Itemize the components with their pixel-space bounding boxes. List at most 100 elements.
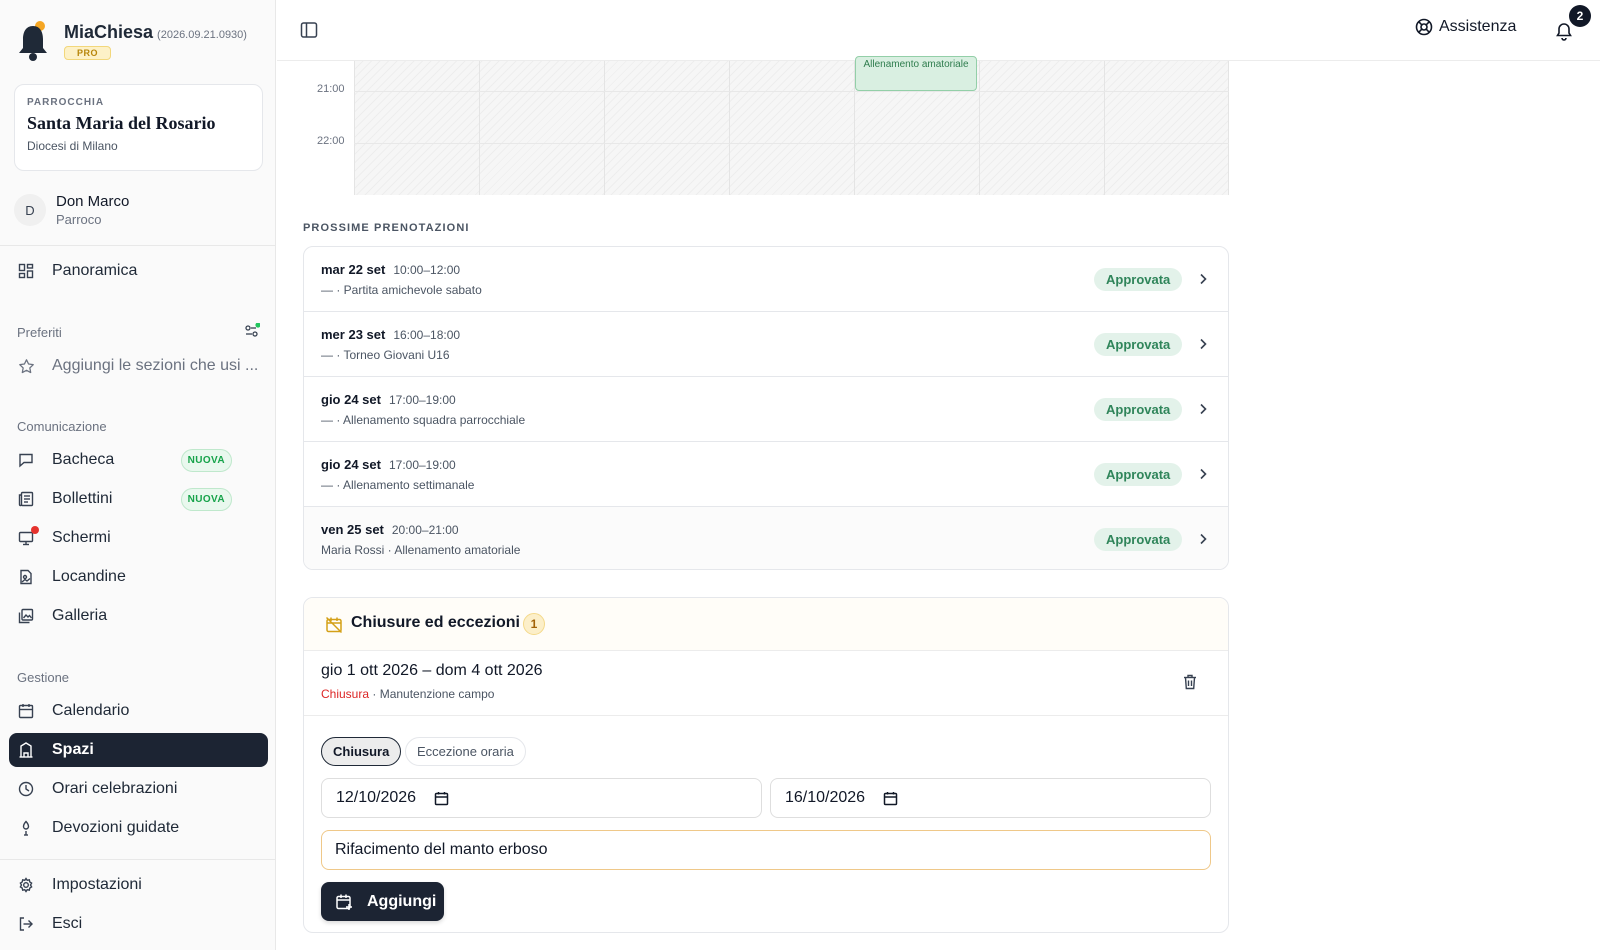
grid-line (479, 61, 480, 195)
parish-name: Santa Maria del Rosario (27, 113, 216, 133)
closure-kind: Chiusura (321, 687, 370, 701)
user-profile[interactable]: D Don Marco Parroco (14, 193, 129, 227)
time-label: 22:00 (317, 135, 345, 147)
booking-date: gio 24 set 17:00–19:00 (321, 457, 456, 472)
new-badge: NUOVA (180, 487, 232, 511)
nav-item-settings[interactable]: Impostazioni (9, 868, 268, 902)
help-button[interactable]: Assistenza (1415, 18, 1516, 36)
booking-row[interactable]: ven 25 set 20:00–21:00 Maria Rossi · Alle… (304, 507, 1228, 569)
section-label-favorites: Preferiti (17, 325, 62, 340)
lifebuoy-icon (1415, 18, 1433, 36)
grid-line (354, 143, 1229, 144)
booking-description: — · Allenamento settimanale (321, 478, 475, 492)
nav-item-label: Bollettini (52, 490, 113, 507)
nav-item-label: Esci (52, 915, 83, 932)
booking-row[interactable]: gio 24 set 17:00–19:00 — · Allenamento se… (304, 442, 1228, 507)
end-date-value: 16/10/2026 (785, 789, 866, 806)
trash-icon[interactable] (1181, 673, 1199, 691)
nav-item-label: Bacheca (52, 451, 115, 468)
closures-count-badge: 1 (523, 613, 545, 635)
nav-item-devozioni-guidate[interactable]: Devozioni guidate (9, 811, 268, 845)
nav-item-label: Galleria (52, 607, 108, 624)
parish-kicker: PARROCCHIA (27, 97, 105, 108)
calendar-plus-icon (336, 894, 352, 910)
nav-item-bacheca[interactable]: Bacheca NUOVA (9, 443, 268, 477)
grid-line (604, 61, 605, 195)
calendar-grid (354, 61, 1229, 195)
notification-count-badge: 2 (1569, 5, 1591, 27)
chevron-right-icon (1200, 403, 1207, 415)
nav-item-label: Calendario (52, 702, 130, 719)
new-badge: NUOVA (180, 448, 232, 472)
bell-logo-icon (19, 21, 47, 61)
grid-line (354, 61, 355, 195)
app-version: (2026.09.21.0930) (157, 29, 247, 41)
gallery-icon (17, 607, 35, 625)
add-closure-button[interactable]: Aggiungi (321, 882, 444, 921)
grid-line (1228, 61, 1229, 195)
nav-item-locandine[interactable]: Locandine (9, 560, 268, 594)
parish-card[interactable]: PARROCCHIA Santa Maria del Rosario Dioce… (14, 84, 263, 171)
chevron-right-icon (1200, 338, 1207, 350)
nav-item-logout[interactable]: Esci (9, 907, 268, 941)
status-badge: Approvata (1094, 268, 1183, 291)
booking-time: 10:00–12:00 (393, 263, 461, 277)
nav-item-calendario[interactable]: Calendario (9, 694, 268, 728)
newspaper-icon (17, 490, 35, 508)
brand: MiaChiesa (2026.09.21.0930) PRO (16, 20, 247, 62)
nav-item-overview[interactable]: Panoramica (9, 254, 268, 288)
nav-item-schermi[interactable]: Schermi (9, 521, 268, 555)
nav-item-label: Impostazioni (52, 876, 142, 893)
nav-item-bollettini[interactable]: Bollettini NUOVA (9, 482, 268, 516)
status-badge: Approvata (1094, 463, 1183, 486)
grid-line (729, 61, 730, 195)
booking-row[interactable]: gio 24 set 17:00–19:00 — · Allenamento sq… (304, 377, 1228, 442)
booking-date: gio 24 set 17:00–19:00 (321, 392, 456, 407)
user-role: Parroco (56, 212, 102, 227)
end-date-input[interactable]: 16/10/2026 (770, 778, 1211, 818)
closure-dates: gio 1 ott 2026 – dom 4 ott 2026 (321, 662, 543, 679)
nav-item-label: Locandine (52, 568, 126, 585)
booking-date: mar 22 set 10:00–12:00 (321, 262, 461, 277)
closure-note-input[interactable] (321, 830, 1211, 870)
sidebar-toggle-icon[interactable] (299, 20, 319, 40)
nav-item-orari-celebrazioni[interactable]: Orari celebrazioni (9, 772, 268, 806)
grid-line (354, 91, 1229, 92)
chevron-right-icon (1200, 468, 1207, 480)
church-building-icon (17, 741, 35, 759)
calendar-picker-icon[interactable] (883, 791, 898, 806)
grid-line (1104, 61, 1105, 195)
calendar-event[interactable]: Allenamento amatoriale (855, 56, 977, 91)
start-date-input[interactable]: 12/10/2026 (321, 778, 762, 818)
nav-item-galleria[interactable]: Galleria (9, 599, 268, 633)
help-label: Assistenza (1439, 18, 1517, 35)
poster-icon (17, 568, 35, 586)
booking-row[interactable]: mar 22 set 10:00–12:00 — · Partita amiche… (304, 247, 1228, 312)
type-exception-toggle[interactable]: Eccezione oraria (405, 737, 526, 766)
favorites-hint[interactable]: Aggiungi le sezioni che usi ... (9, 349, 268, 383)
calendar-picker-icon[interactable] (434, 791, 449, 806)
type-closure-toggle[interactable]: Chiusura (321, 737, 402, 766)
nav-item-spazi[interactable]: Spazi (9, 733, 268, 767)
calendar-off-icon (325, 616, 343, 634)
booking-description: Maria Rossi · Allenamento amatoriale (321, 543, 521, 557)
booking-time: 16:00–18:00 (393, 328, 461, 342)
monitor-icon (17, 526, 39, 547)
nav-item-label: Orari celebrazioni (52, 780, 178, 797)
booking-date: mer 23 set 16:00–18:00 (321, 327, 461, 342)
booking-row[interactable]: mer 23 set 16:00–18:00 — · Torneo Giovani… (304, 312, 1228, 377)
edit-favorites-icon[interactable] (244, 323, 260, 339)
nav-item-label: Devozioni guidate (52, 819, 180, 836)
booking-time: 20:00–21:00 (391, 523, 459, 537)
add-closure-label: Aggiungi (367, 892, 437, 910)
status-badge: Approvata (1094, 333, 1183, 356)
status-badge: Approvata (1094, 398, 1183, 421)
nav-item-label: Panoramica (52, 262, 138, 279)
clock-icon (17, 780, 35, 798)
booking-description: — · Torneo Giovani U16 (321, 348, 450, 362)
booking-time: 17:00–19:00 (388, 458, 456, 472)
app-name: MiaChiesa (64, 22, 154, 42)
time-label: 21:00 (317, 83, 345, 95)
booking-description: — · Partita amichevole sabato (321, 283, 482, 297)
closures-title: Chiusure ed eccezioni (351, 614, 520, 631)
